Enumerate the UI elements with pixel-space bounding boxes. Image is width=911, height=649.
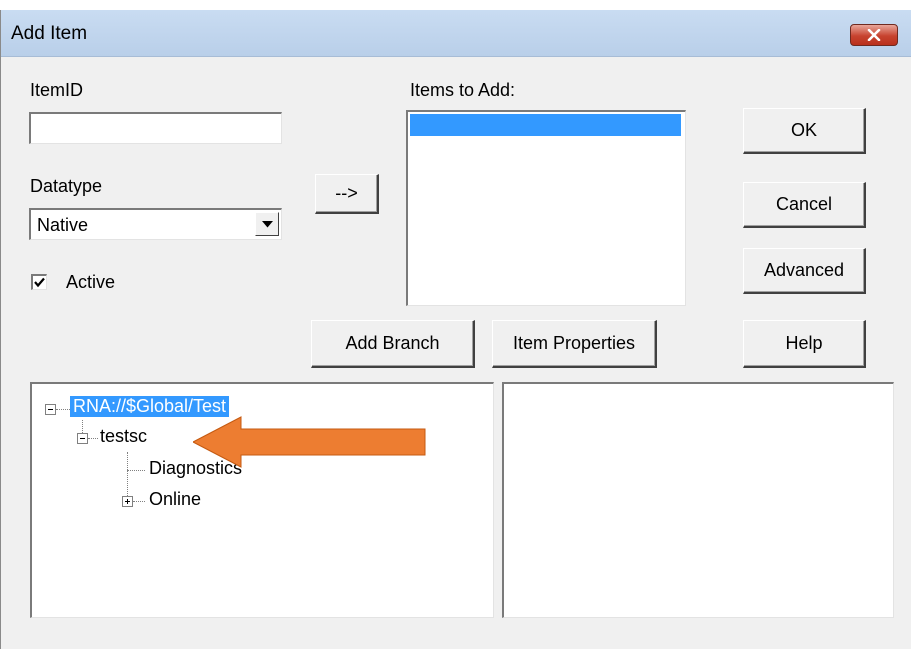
- chevron-down-icon: [262, 221, 273, 228]
- active-label: Active: [66, 272, 116, 292]
- advanced-button[interactable]: Advanced: [743, 248, 866, 294]
- list-item[interactable]: [410, 114, 681, 136]
- add-item-dialog: Add Item ItemID Datatype Native Active -…: [0, 10, 911, 649]
- left-arrow-icon: [193, 416, 426, 468]
- help-button[interactable]: Help: [743, 320, 866, 368]
- tree-node-root[interactable]: RNA://$Global/Test: [70, 396, 230, 417]
- move-to-list-button[interactable]: -->: [315, 174, 379, 214]
- datatype-select[interactable]: Native: [29, 208, 282, 240]
- items-to-add-label: Items to Add:: [410, 80, 516, 100]
- dropdown-button[interactable]: [255, 212, 279, 236]
- collapse-icon[interactable]: [45, 404, 56, 415]
- checkmark-icon: [34, 277, 45, 288]
- close-button[interactable]: [850, 24, 898, 46]
- items-to-add-list[interactable]: [406, 110, 686, 306]
- item-properties-button[interactable]: Item Properties: [492, 320, 657, 368]
- expand-icon[interactable]: [122, 496, 133, 507]
- tree-node-online[interactable]: Online: [149, 489, 201, 510]
- properties-pane[interactable]: [502, 382, 894, 618]
- datatype-value: Native: [37, 215, 89, 235]
- itemid-input[interactable]: [29, 112, 282, 144]
- window-title: Add Item: [11, 23, 88, 44]
- collapse-icon[interactable]: [77, 433, 88, 444]
- datatype-label: Datatype: [30, 176, 103, 196]
- active-checkbox[interactable]: [31, 274, 47, 290]
- ok-button[interactable]: OK: [743, 108, 866, 154]
- itemid-label: ItemID: [30, 80, 84, 100]
- title-bar[interactable]: Add Item: [1, 10, 911, 57]
- tree-node-testsc[interactable]: testsc: [100, 426, 147, 447]
- close-icon: [867, 29, 881, 41]
- cancel-button[interactable]: Cancel: [743, 182, 866, 228]
- add-branch-button[interactable]: Add Branch: [311, 320, 475, 368]
